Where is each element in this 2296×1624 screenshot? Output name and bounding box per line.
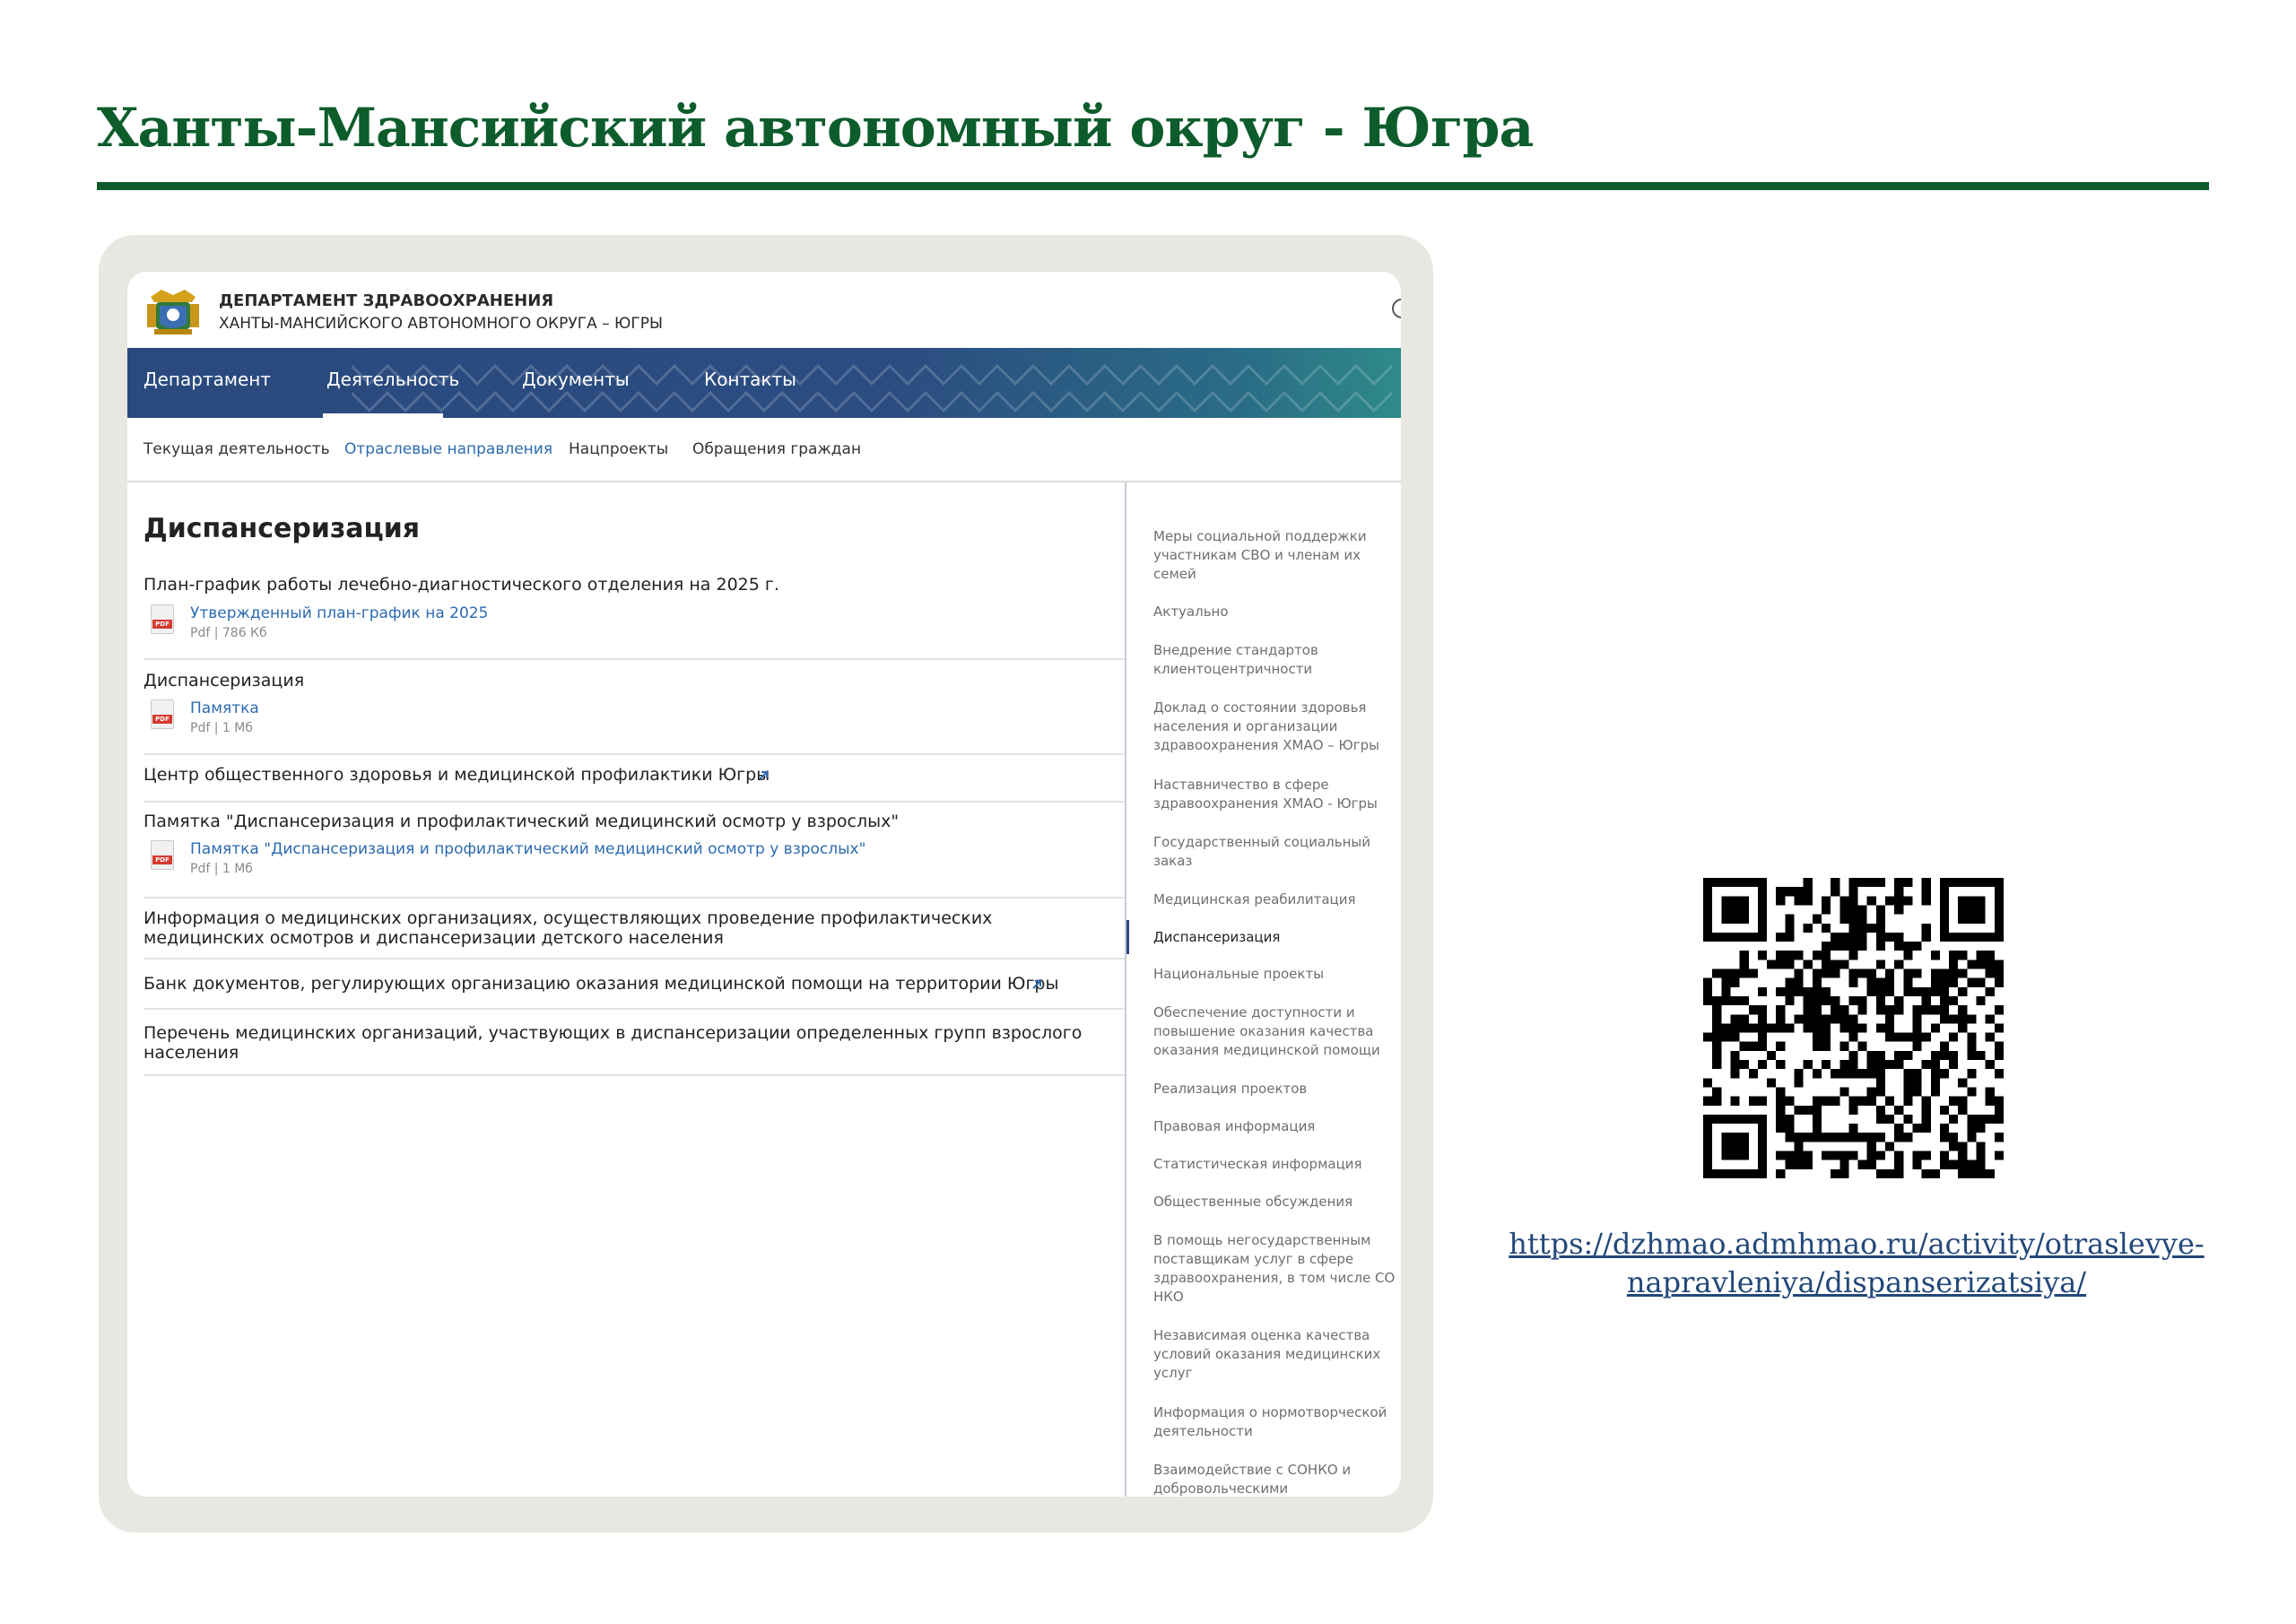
divider xyxy=(144,801,1125,803)
page-title: Диспансеризация xyxy=(144,513,421,544)
section-link-adult-screening-organizations[interactable]: Перечень медицинских организаций, участв… xyxy=(144,1023,1094,1063)
sidebar-item[interactable]: Внедрение стандартов клиентоцентричности xyxy=(1153,641,1401,679)
sidebar-item[interactable]: Доклад о состоянии здоровья населения и … xyxy=(1153,699,1401,755)
divider xyxy=(144,658,1125,660)
subnav-national-projects[interactable]: Нацпроекты xyxy=(569,440,668,458)
main-content: Диспансеризация План-график работы лечеб… xyxy=(127,482,1125,1497)
section-link-medical-organizations-children[interactable]: Информация о медицинских организациях, о… xyxy=(144,908,1094,948)
department-name: ДЕПАРТАМЕНТ ЗДРАВООХРАНЕНИЯ xyxy=(219,291,554,310)
search-icon[interactable] xyxy=(1392,299,1401,318)
slide-title: Ханты-Мансийский автономный округ - Югра xyxy=(97,97,1534,160)
divider xyxy=(144,958,1125,960)
file-meta: Pdf | 786 Кб xyxy=(190,626,267,640)
section-title: План-график работы лечебно-диагностическ… xyxy=(144,575,779,595)
sidebar-item[interactable]: Реализация проектов xyxy=(1153,1080,1401,1099)
file-meta: Pdf | 1 Мб xyxy=(190,862,253,876)
main-navigation: Департамент Деятельность Документы Конта… xyxy=(127,348,1401,418)
sidebar-item[interactable]: Наставничество в сфере здравоохранения Х… xyxy=(1153,776,1401,813)
sidebar-item[interactable]: В помощь негосударственным поставщикам у… xyxy=(1153,1231,1401,1307)
section-link-document-bank[interactable]: Банк документов, регулирующих организаци… xyxy=(144,974,1059,994)
nav-departament[interactable]: Департамент xyxy=(144,369,271,390)
file-link[interactable]: Утвержденный план-график на 2025 xyxy=(190,604,488,622)
subnav-citizen-appeals[interactable]: Обращения граждан xyxy=(692,440,861,458)
divider xyxy=(144,1008,1125,1010)
nav-kontakty[interactable]: Контакты xyxy=(704,369,796,390)
website-screenshot: ДЕПАРТАМЕНТ ЗДРАВООХРАНЕНИЯ ХАНТЫ-МАНСИЙ… xyxy=(127,272,1401,1497)
coat-of-arms-icon xyxy=(147,290,199,334)
sidebar-item-active[interactable]: Диспансеризация xyxy=(1153,928,1401,947)
sidebar-item[interactable]: Статистическая информация xyxy=(1153,1155,1401,1174)
department-region: ХАНТЫ-МАНСИЙСКОГО АВТОНОМНОГО ОКРУГА – Ю… xyxy=(219,315,663,333)
nav-dokumenty[interactable]: Документы xyxy=(522,369,630,390)
sidebar-active-indicator xyxy=(1126,920,1129,954)
sidebar-menu: Меры социальной поддержки участникам СВО… xyxy=(1125,482,1401,1497)
pdf-file-icon xyxy=(151,604,174,634)
sidebar-item[interactable]: Медицинская реабилитация xyxy=(1153,890,1401,909)
nav-deyatelnost[interactable]: Деятельность xyxy=(326,369,459,390)
sidebar-item[interactable]: Правовая информация xyxy=(1153,1117,1401,1136)
divider xyxy=(144,753,1125,755)
site-header: ДЕПАРТАМЕНТ ЗДРАВООХРАНЕНИЯ ХАНТЫ-МАНСИЙ… xyxy=(127,272,1401,348)
divider xyxy=(144,897,1125,899)
page-url-link[interactable]: https://dzhmao.admhmao.ru/activity/otras… xyxy=(1471,1225,2242,1302)
subnav-sector-directions[interactable]: Отраслевые направления xyxy=(344,440,552,458)
file-link[interactable]: Памятка "Диспансеризация и профилактичес… xyxy=(190,840,865,858)
file-meta: Pdf | 1 Мб xyxy=(190,721,253,735)
external-link-icon[interactable] xyxy=(1029,977,1045,993)
sidebar-item[interactable]: Актуально xyxy=(1153,603,1401,621)
pdf-file-icon xyxy=(151,699,174,729)
sidebar-item[interactable]: Взаимодействие с СОНКО и добровольческим… xyxy=(1153,1461,1401,1497)
section-title: Памятка "Диспансеризация и профилактичес… xyxy=(144,812,900,831)
sidebar-item[interactable]: Обеспечение доступности и повышение оказ… xyxy=(1153,1003,1401,1060)
title-underline xyxy=(97,182,2209,190)
sidebar-item[interactable]: Меры социальной поддержки участникам СВО… xyxy=(1153,527,1401,584)
section-link-public-health-center[interactable]: Центр общественного здоровья и медицинск… xyxy=(144,765,770,785)
ornament-pattern xyxy=(352,363,1394,413)
file-link[interactable]: Памятка xyxy=(190,699,259,717)
sub-navigation: Текущая деятельность Отраслевые направле… xyxy=(127,418,1401,482)
sidebar-item[interactable]: Национальные проекты xyxy=(1153,965,1401,984)
pdf-file-icon xyxy=(151,840,174,870)
sidebar-item[interactable]: Государственный социальный заказ xyxy=(1153,833,1401,871)
divider xyxy=(144,1074,1125,1076)
subnav-current-activity[interactable]: Текущая деятельность xyxy=(144,440,330,458)
sidebar-item[interactable]: Независимая оценка качества условий оказ… xyxy=(1153,1326,1401,1383)
sidebar-item[interactable]: Информация о нормотворческой деятельност… xyxy=(1153,1403,1401,1441)
qr-code xyxy=(1703,878,2004,1178)
external-link-icon[interactable] xyxy=(755,768,771,784)
section-title: Диспансеризация xyxy=(144,671,305,690)
sidebar-item[interactable]: Общественные обсуждения xyxy=(1153,1193,1401,1211)
